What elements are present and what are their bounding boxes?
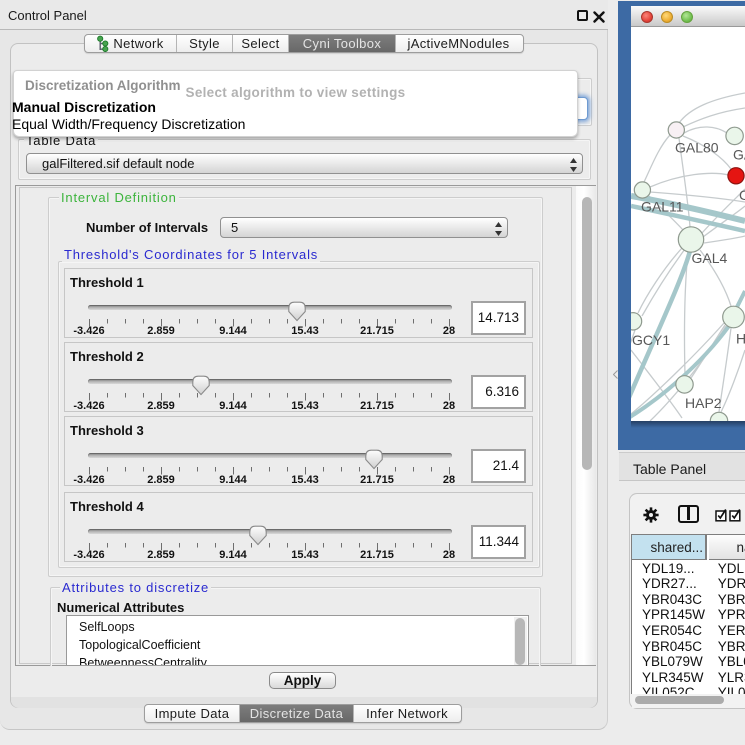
- svg-text:GAL4: GAL4: [692, 250, 728, 266]
- svg-text:HAP2: HAP2: [685, 395, 722, 411]
- svg-text:H: H: [736, 331, 745, 347]
- svg-text:C: C: [739, 187, 745, 203]
- svg-text:GA: GA: [733, 147, 745, 163]
- svg-text:GAL80: GAL80: [675, 140, 719, 156]
- svg-text:GCY1: GCY1: [632, 332, 670, 348]
- svg-text:GAL11: GAL11: [641, 199, 684, 215]
